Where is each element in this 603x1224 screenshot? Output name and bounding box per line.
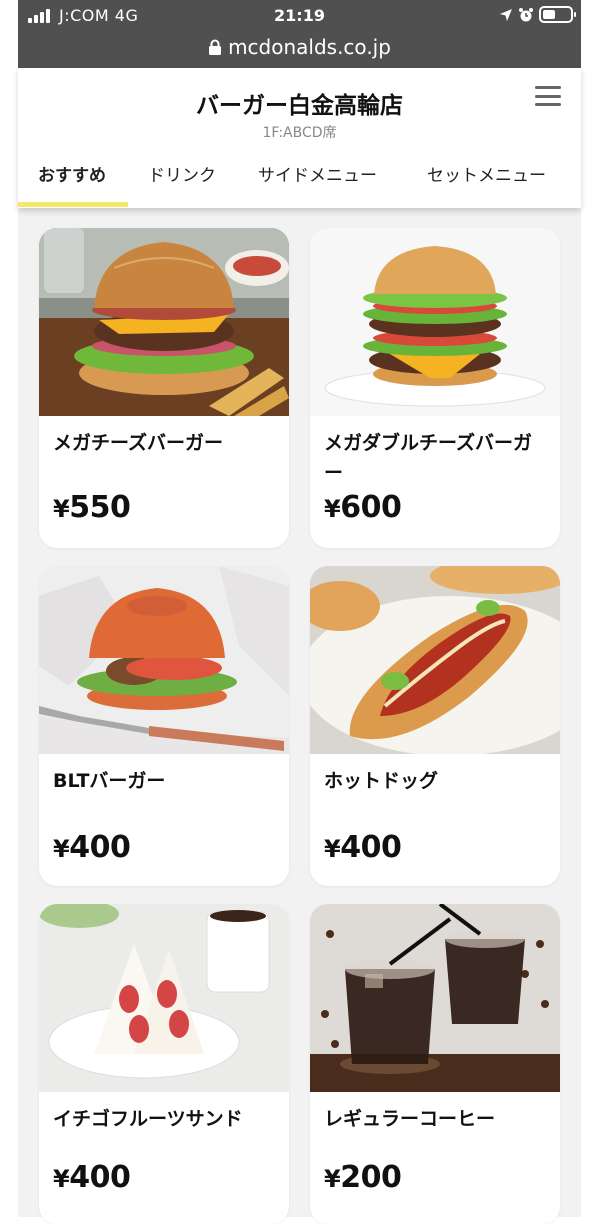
- tab-side-menu[interactable]: サイドメニュー: [258, 162, 377, 208]
- strawberry-sandwich-photo: [39, 904, 289, 1092]
- product-name: BLTバーガー: [53, 770, 166, 792]
- product-price: ¥400: [53, 830, 131, 865]
- product-price: ¥550: [53, 490, 131, 525]
- cheeseburger-photo: [39, 228, 289, 416]
- browser-chrome: J:COM 4G 21:19 mcdonalds.co.jp: [18, 0, 581, 68]
- url-text: mcdonalds.co.jp: [228, 35, 391, 59]
- status-bar: J:COM 4G 21:19: [18, 0, 581, 32]
- product-price: ¥400: [324, 830, 402, 865]
- product-card[interactable]: レギュラーコーヒー ¥200: [310, 904, 560, 1224]
- shop-name: バーガー白金高輪店: [196, 93, 403, 119]
- hotdog-photo: [310, 566, 560, 754]
- alarm-clock-icon: [519, 7, 533, 21]
- product-name: メガダブルチーズバーガー: [324, 432, 533, 484]
- tab-drink[interactable]: ドリンク: [148, 162, 216, 208]
- hamburger-menu-icon[interactable]: [535, 86, 561, 106]
- shop-header: バーガー白金高輪店 1F:ABCD席 おすすめ ドリンク サイドメニュー セット…: [18, 68, 581, 208]
- product-card[interactable]: メガチーズバーガー ¥550: [39, 228, 289, 548]
- product-name: レギュラーコーヒー: [324, 1108, 496, 1130]
- blt-burger-photo: [39, 566, 289, 754]
- product-card[interactable]: メガダブルチーズバーガー ¥600: [310, 228, 560, 548]
- double-cheeseburger-photo: [310, 228, 560, 416]
- iced-coffee-photo: [310, 904, 560, 1092]
- address-bar[interactable]: mcdonalds.co.jp: [18, 32, 581, 62]
- product-price: ¥400: [53, 1160, 131, 1195]
- product-name: イチゴフルーツサンド: [53, 1108, 243, 1130]
- category-tabs: おすすめ ドリンク サイドメニュー セットメニュー: [18, 162, 581, 208]
- location-arrow-icon: [500, 8, 512, 21]
- seat-label: 1F:ABCD席: [262, 125, 337, 141]
- product-card[interactable]: BLTバーガー ¥400: [39, 566, 289, 886]
- product-price: ¥200: [324, 1160, 402, 1195]
- lock-icon: [209, 39, 222, 55]
- battery-icon: [539, 6, 576, 23]
- phone-screen: J:COM 4G 21:19 mcdonalds.co.jp バーガー白金高輪店…: [18, 0, 581, 1224]
- product-name: メガチーズバーガー: [53, 432, 224, 454]
- tab-set-menu[interactable]: セットメニュー: [427, 162, 546, 208]
- product-name: ホットドッグ: [324, 770, 439, 792]
- status-time: 21:19: [274, 6, 325, 25]
- product-card[interactable]: ホットドッグ ¥400: [310, 566, 560, 886]
- active-tab-indicator: [18, 202, 128, 207]
- product-price: ¥600: [324, 490, 402, 525]
- product-card[interactable]: イチゴフルーツサンド ¥400: [39, 904, 289, 1224]
